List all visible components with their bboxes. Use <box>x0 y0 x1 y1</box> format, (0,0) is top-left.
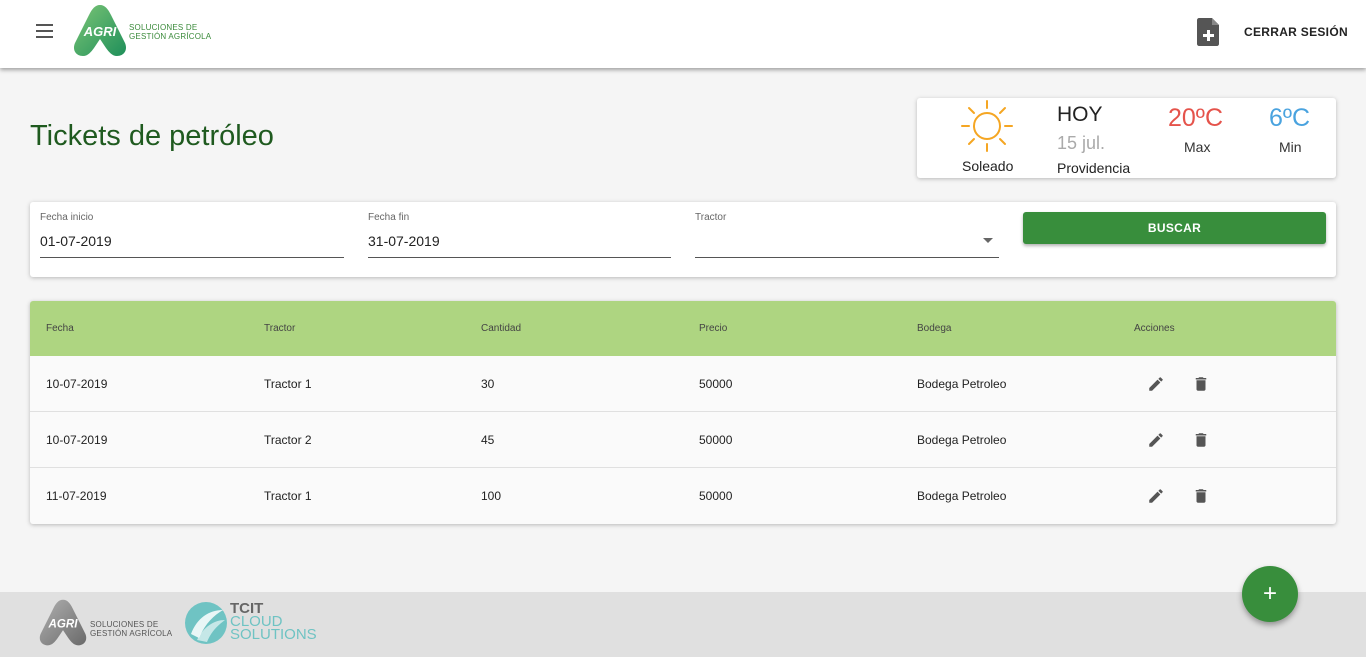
weather-day: HOY <box>1057 103 1103 126</box>
start-date-field[interactable]: Fecha inicio <box>40 202 344 258</box>
add-ticket-button[interactable]: + <box>1242 566 1298 622</box>
pencil-icon[interactable] <box>1147 431 1165 449</box>
column-header-cantidad: Cantidad <box>481 323 522 334</box>
max-temperature-label: Max <box>1184 139 1211 155</box>
cell-bodega: Bodega Petroleo <box>917 433 1007 447</box>
filter-card: Fecha inicio Fecha fin Tractor BUSCAR <box>30 202 1336 277</box>
end-date-input[interactable] <box>368 230 671 252</box>
min-temperature-label: Min <box>1279 139 1302 155</box>
cell-fecha: 11-07-2019 <box>46 489 107 503</box>
column-header-precio: Precio <box>699 323 728 334</box>
start-date-input[interactable] <box>40 230 344 252</box>
footer: AGRI SOLUCIONES DE GESTIÓN AGRÍCOLA TCIT… <box>0 592 1366 657</box>
logout-button[interactable]: CERRAR SESIÓN <box>1238 20 1354 44</box>
cell-precio: 50000 <box>699 377 733 391</box>
logo-caption-line-1: SOLUCIONES DE <box>129 23 198 32</box>
logo-caption: SOLUCIONES DE GESTIÓN AGRÍCOLA <box>129 23 211 41</box>
logo-caption-line-2: GESTIÓN AGRÍCOLA <box>129 32 212 41</box>
page-title: Tickets de petróleo <box>30 120 274 152</box>
table-row: 10-07-2019 Tractor 2 45 50000 Bodega Pet… <box>30 412 1336 468</box>
cell-tractor: Tractor 2 <box>264 433 312 447</box>
cell-cantidad: 45 <box>481 433 495 447</box>
pencil-icon[interactable] <box>1147 375 1165 393</box>
cell-fecha: 10-07-2019 <box>46 377 108 391</box>
tcit-solutions: SOLUTIONS <box>230 626 317 643</box>
max-temperature: 20ºC <box>1168 104 1223 132</box>
table-row: 11-07-2019 Tractor 1 100 50000 Bodega Pe… <box>30 468 1336 524</box>
min-temperature: 6ºC <box>1269 104 1311 132</box>
note-add-icon[interactable] <box>1197 18 1221 46</box>
cell-bodega: Bodega Petroleo <box>917 377 1007 391</box>
end-date-label: Fecha fin <box>368 212 410 223</box>
cell-bodega: Bodega Petroleo <box>917 489 1007 503</box>
cell-precio: 50000 <box>699 489 733 503</box>
footer-agri-logo-text: AGRI <box>48 617 79 630</box>
footer-tcit-logo: TCIT CLOUD SOLUTIONS <box>183 600 343 650</box>
search-button[interactable]: BUSCAR <box>1023 212 1326 244</box>
cell-precio: 50000 <box>699 433 733 447</box>
column-header-acciones: Acciones <box>1134 323 1175 334</box>
caret-down-icon[interactable] <box>983 238 993 243</box>
top-app-bar: AGRI SOLUCIONES DE GESTIÓN AGRÍCOLA CERR… <box>0 0 1366 68</box>
cell-tractor: Tractor 1 <box>264 377 312 391</box>
agri-logo-text: AGRI <box>83 24 117 39</box>
start-date-label: Fecha inicio <box>40 212 94 223</box>
cell-tractor: Tractor 1 <box>264 489 312 503</box>
table-row: 10-07-2019 Tractor 1 30 50000 Bodega Pet… <box>30 356 1336 412</box>
footer-agri-logo-mark: AGRI <box>39 599 87 646</box>
column-header-tractor: Tractor <box>264 323 296 334</box>
weather-card: Soleado HOY 15 jul. Providencia 20ºC Max… <box>917 98 1336 178</box>
weather-condition: Soleado <box>962 158 1014 174</box>
weather-location: Providencia <box>1057 160 1131 176</box>
tcit-logo-mark <box>185 602 227 644</box>
column-header-fecha: Fecha <box>46 323 74 334</box>
table-header: Fecha Tractor Cantidad Precio Bodega Acc… <box>30 301 1336 356</box>
footer-agri-logo: AGRI SOLUCIONES DE GESTIÓN AGRÍCOLA <box>38 598 178 652</box>
footer-agri-caption-line-2: GESTIÓN AGRÍCOLA <box>90 629 173 638</box>
pencil-icon[interactable] <box>1147 487 1165 505</box>
trash-icon[interactable] <box>1192 431 1210 449</box>
sun-icon <box>961 100 1013 152</box>
cell-cantidad: 100 <box>481 489 502 503</box>
cell-fecha: 10-07-2019 <box>46 433 108 447</box>
tractor-select[interactable]: Tractor <box>695 202 999 258</box>
agri-logo[interactable]: AGRI SOLUCIONES DE GESTIÓN AGRÍCOLA <box>72 3 212 59</box>
weather-date: 15 jul. <box>1057 133 1106 153</box>
tractor-label: Tractor <box>695 212 727 223</box>
cell-cantidad: 30 <box>481 377 495 391</box>
footer-agri-caption: SOLUCIONES DE GESTIÓN AGRÍCOLA <box>90 620 172 638</box>
tcit-wordmark: TCIT CLOUD SOLUTIONS <box>230 601 317 643</box>
end-date-field[interactable]: Fecha fin <box>368 202 671 258</box>
agri-logo-mark: AGRI <box>73 5 127 56</box>
trash-icon[interactable] <box>1192 487 1210 505</box>
column-header-bodega: Bodega <box>917 323 952 334</box>
footer-agri-caption-line-1: SOLUCIONES DE <box>90 620 159 629</box>
tickets-table: Fecha Tractor Cantidad Precio Bodega Acc… <box>30 301 1336 524</box>
trash-icon[interactable] <box>1192 375 1210 393</box>
menu-icon[interactable] <box>36 24 56 40</box>
